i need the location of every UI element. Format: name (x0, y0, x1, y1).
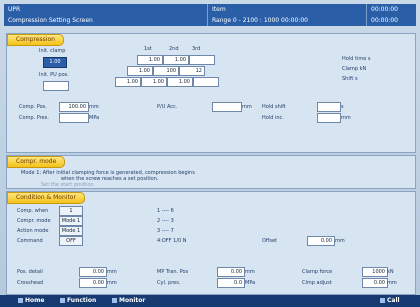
step1-value-3[interactable] (189, 55, 215, 65)
step3-value-2[interactable]: 1.00 (141, 77, 167, 87)
pp-acc-label: P/U Acc. (157, 104, 178, 110)
condition-panel: Condition & Monitor Comp. when 1 1 ---- … (6, 191, 416, 295)
compression-title: Compression (7, 34, 64, 46)
clamp-force-label: Clamp force (302, 269, 333, 275)
cond-row-1-right: 1 ---- 6 (157, 208, 174, 214)
cyl-pres-field: 0.0 (217, 278, 245, 288)
mp-tran-field: 0.00 (217, 267, 245, 277)
title-bar: UPR Compression Setting Screen Item Rang… (4, 4, 416, 26)
crosshead-field: 0.00 (79, 278, 107, 288)
comp-pres-unit: MPa (89, 115, 100, 121)
cond-row-4-right: 4:OFF 1/0 N (157, 238, 187, 244)
offset-unit: mm (335, 238, 345, 244)
comp-pres-field[interactable] (59, 113, 89, 123)
hold-inc-field[interactable] (317, 113, 341, 123)
cond-row-1-label: Comp. when (17, 208, 49, 214)
monitor-label: Monitor (119, 297, 146, 304)
mode-subtext: Set the start position (41, 182, 94, 188)
step2-value-3[interactable]: 12 (179, 66, 205, 76)
hold-shift-label: Hold shift (262, 104, 286, 110)
mode-panel: Compr. mode Mode 1: After initial clampi… (6, 155, 416, 189)
cond-row-4-value[interactable]: OFF (59, 236, 83, 246)
crosshead-unit: mm (107, 280, 117, 286)
clamp-force-unit: kN (387, 269, 394, 275)
monitor-icon (112, 298, 117, 303)
pos-detail-unit: mm (107, 269, 117, 275)
hold-inc-unit: mm (341, 115, 351, 121)
cond-row-2-value[interactable]: Mode 1 (59, 216, 83, 226)
initial-clamp-label: Init. clamp (39, 48, 66, 54)
hold-shift-field[interactable] (317, 102, 341, 112)
cond-row-2-right: 2 ---- 3 (157, 218, 174, 224)
comp-pos-unit: mm (89, 104, 99, 110)
clamp-adjust-unit: mm (387, 280, 397, 286)
hold-inc-label: Hold inc. (262, 115, 284, 121)
pos-detail-label: Pos. detail (17, 269, 43, 275)
step1-value-2[interactable]: 1.00 (163, 55, 189, 65)
function-label: Function (67, 297, 97, 304)
offset-label: Offset (262, 238, 278, 244)
col-header-3: 3rd (192, 46, 201, 52)
crosshead-label: Crosshead (17, 280, 44, 286)
clamp-adjust-field: 0.00 (362, 278, 388, 288)
screen-id: UPR (8, 6, 21, 13)
step3-value-3[interactable]: 1.00 (167, 77, 193, 87)
screen-name: Compression Setting Screen (8, 17, 93, 24)
cond-row-2-label: Compr. mode (17, 218, 51, 224)
mp-tran-label: MP Tran. Pos (157, 269, 189, 275)
offset-field[interactable]: 0.00 (307, 236, 335, 246)
function-button[interactable]: Function (60, 297, 96, 304)
time-cell: 00:00:00 00:00:00 (367, 4, 416, 26)
pp-acc-unit: mm (242, 104, 252, 110)
step3-value-1[interactable]: 1.00 (115, 77, 141, 87)
condition-title: Condition & Monitor (7, 192, 85, 204)
compression-panel: Compression Init. clamp 1.00 Init. PU po… (6, 33, 416, 153)
cond-row-3-right: 3 ---- 7 (157, 228, 174, 234)
hold-time-label: Hold time s (342, 56, 371, 62)
pos-detail-field: 0.00 (79, 267, 107, 277)
initial-clamp-button[interactable]: 1.00 (43, 57, 67, 68)
clamp-label: Clamp kN (342, 66, 367, 72)
mode-title: Compr. mode (7, 156, 66, 168)
step2-value-1[interactable]: 1.00 (127, 66, 153, 76)
home-label: Home (25, 297, 45, 304)
initial-pos-field[interactable] (43, 81, 69, 91)
home-button[interactable]: Home (18, 297, 44, 304)
clamp-adjust-label: Clmp adjust (302, 280, 332, 286)
machine-screen: UPR Compression Setting Screen Item Rang… (0, 0, 420, 307)
range-text: Range 0 - 2100 : 1000 00:00:00 (212, 17, 308, 24)
col-header-1: 1st (144, 46, 152, 52)
shift-label: Shift s (342, 76, 358, 82)
item-label: Item (212, 6, 226, 13)
col-header-2: 2nd (169, 46, 179, 52)
range-cell: Item Range 0 - 2100 : 1000 00:00:00 (208, 4, 367, 26)
bottom-nav-bar: Home Function Monitor Call (0, 295, 420, 307)
call-icon (380, 298, 385, 303)
hold-shift-unit: s (341, 104, 344, 110)
cyl-pres-label: Cyl. pres. (157, 280, 181, 286)
cond-row-1-value[interactable]: 1 (59, 206, 83, 216)
call-button[interactable]: Call (380, 297, 400, 304)
monitor-button[interactable]: Monitor (112, 297, 145, 304)
cyl-pres-unit: MPa (245, 280, 256, 286)
step2-value-2[interactable]: 100 (153, 66, 179, 76)
function-icon (60, 298, 65, 303)
comp-pos-field[interactable]: 100.00 (59, 102, 89, 112)
cond-row-3-value[interactable]: Mode 1 (59, 226, 83, 236)
cond-row-4-label: Command (17, 238, 43, 244)
step1-value-1[interactable]: 1.00 (137, 55, 163, 65)
comp-pres-label: Comp. Pres. (19, 115, 49, 121)
step3-value-4[interactable] (193, 77, 219, 87)
cond-row-3-label: Action mode (17, 228, 49, 234)
initial-pos-label: Init. PU pos. (39, 72, 69, 78)
title-cell: UPR Compression Setting Screen (4, 4, 208, 26)
time-top: 00:00:00 (371, 6, 398, 13)
home-icon (18, 298, 23, 303)
mp-tran-unit: mm (245, 269, 255, 275)
pp-acc-field[interactable] (212, 102, 242, 112)
clamp-force-field: 1000 (362, 267, 388, 277)
call-label: Call (387, 297, 400, 304)
comp-pos-label: Comp. Pos. (19, 104, 47, 110)
time-bottom: 00:00:00 (371, 17, 398, 24)
